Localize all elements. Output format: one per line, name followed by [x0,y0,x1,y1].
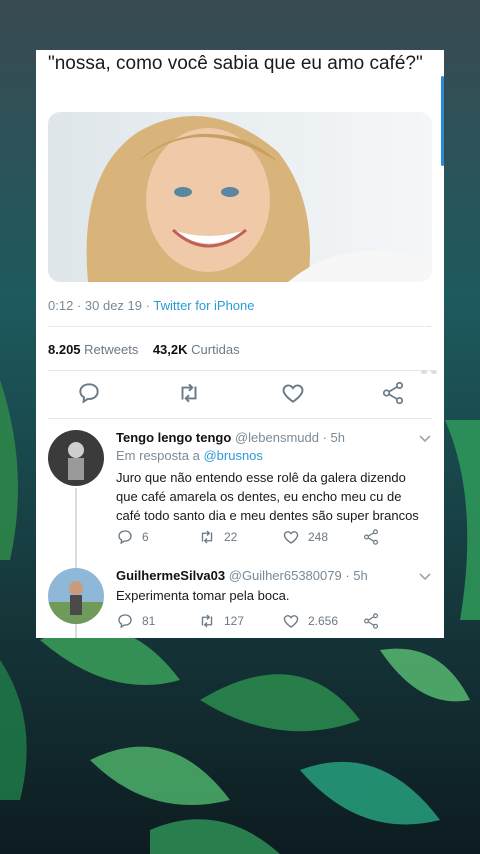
likes-label: Curtidas [191,342,240,357]
watermark-text: NÃO ENTRE AKI [420,300,429,370]
reply-button[interactable]: 6 [116,528,149,546]
reply-item[interactable]: GuilhermeSilva03 @Guilher65380079 · 5h E… [48,568,432,638]
tweet-photo[interactable] [48,112,432,282]
likes-count[interactable]: 43,2K [153,342,188,357]
tweet-text: "nossa, como você sabia que eu amo café?… [48,53,423,74]
avatar[interactable] [48,430,104,486]
tweet-actions [48,380,432,410]
like-icon[interactable] [282,528,300,546]
share-icon[interactable] [380,380,406,406]
share-button[interactable] [362,528,380,546]
retweets-label: Retweets [84,342,139,357]
in-reply-prefix: Em resposta a [116,448,200,463]
like-count: 248 [308,530,329,544]
reply-button[interactable]: 81 [116,612,155,630]
like-icon[interactable] [280,380,306,406]
retweet-count: 22 [224,530,238,544]
share-button[interactable] [362,612,380,630]
like-icon[interactable] [282,612,300,630]
tweet-stats: 8.205 Retweets 43,2K Curtidas [48,342,240,357]
reply-author-handle[interactable]: @Guilher65380079 [229,568,342,583]
scrollbar[interactable] [441,76,444,166]
reply-text: Juro que não entendo esse rolê da galera… [116,470,419,523]
reply-count: 81 [142,614,156,628]
retweets-count[interactable]: 8.205 [48,342,81,357]
chevron-down-icon[interactable] [418,432,432,446]
retweet-count: 127 [224,614,245,628]
tweet-time: 0:12 [48,298,74,313]
like-button[interactable]: 248 [282,528,328,546]
reply-header: GuilhermeSilva03 @Guilher65380079 · 5h [116,568,368,583]
share-icon[interactable] [362,612,380,630]
reply-item[interactable]: Tengo lengo tengo @lebensmudd · 5h Em re… [48,430,432,638]
thread-line [75,626,77,638]
fly-logo-icon [421,370,437,381]
reply-icon[interactable] [116,528,134,546]
reply-author-name[interactable]: GuilhermeSilva03 [116,568,225,583]
tweet-card: "nossa, como você sabia que eu amo café?… [36,50,444,638]
reply-time: 5h [330,430,346,445]
retweet-button[interactable]: 127 [198,612,244,630]
reply-actions: 6 22 248 [116,528,416,548]
share-icon[interactable] [362,528,380,546]
divider [48,326,432,327]
divider [48,418,432,419]
reply-actions: 81 127 2.656 [116,612,416,632]
in-reply-handle[interactable]: @brusnos [203,448,262,463]
avatar[interactable] [48,568,104,624]
reply-author-name[interactable]: Tengo lengo tengo [116,430,231,445]
reply-icon[interactable] [76,380,102,406]
watermark: NÃO ENTRE AKI [420,300,440,390]
retweet-icon[interactable] [198,612,216,630]
reply-time: 5h [353,568,368,583]
tweet-date: 30 dez 19 [84,298,142,313]
reply-text: Experimenta tomar pela boca. [116,588,290,603]
smiling-woman-image [48,112,432,282]
reply-icon[interactable] [116,612,134,630]
reply-header: Tengo lengo tengo @lebensmudd · 5h [116,430,346,445]
reply-author-handle[interactable]: @lebensmudd [235,430,319,445]
chevron-down-icon[interactable] [418,570,432,584]
like-button[interactable]: 2.656 [282,612,338,630]
retweet-icon[interactable] [198,528,216,546]
retweet-icon[interactable] [176,380,202,406]
tweet-client-link[interactable]: Twitter for iPhone [153,298,254,313]
tweet-meta: 0:12 · 30 dez 19 · Twitter for iPhone [48,298,255,313]
like-count: 2.656 [308,614,339,628]
retweet-button[interactable]: 22 [198,528,237,546]
reply-count: 6 [142,530,149,544]
in-reply-to: Em resposta a @brusnos [116,448,263,463]
divider [48,370,432,371]
